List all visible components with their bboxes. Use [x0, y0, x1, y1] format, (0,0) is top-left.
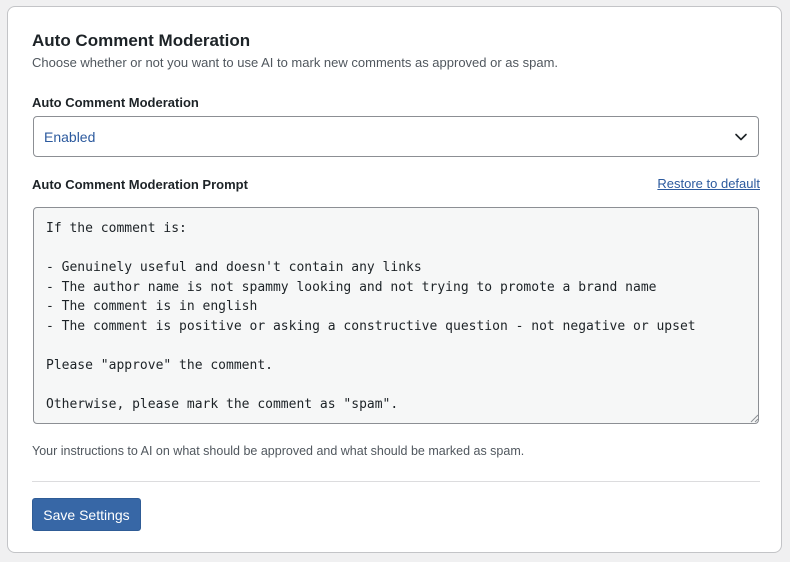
moderation-field-label: Auto Comment Moderation — [32, 95, 199, 110]
resize-grip-icon[interactable] — [749, 413, 759, 423]
prompt-help-text: Your instructions to AI on what should b… — [32, 444, 525, 458]
settings-card: Auto Comment Moderation Choose whether o… — [7, 6, 782, 553]
chevron-down-icon — [735, 133, 747, 141]
save-settings-button[interactable]: Save Settings — [32, 498, 141, 531]
restore-default-link[interactable]: Restore to default — [657, 176, 760, 191]
moderation-select[interactable]: Enabled — [33, 116, 759, 157]
divider — [32, 481, 760, 482]
section-title: Auto Comment Moderation — [32, 31, 251, 50]
prompt-textarea[interactable]: If the comment is: - Genuinely useful an… — [33, 207, 759, 424]
prompt-field-label: Auto Comment Moderation Prompt — [32, 177, 248, 192]
section-description: Choose whether or not you want to use AI… — [32, 55, 559, 70]
moderation-select-value: Enabled — [44, 128, 96, 145]
